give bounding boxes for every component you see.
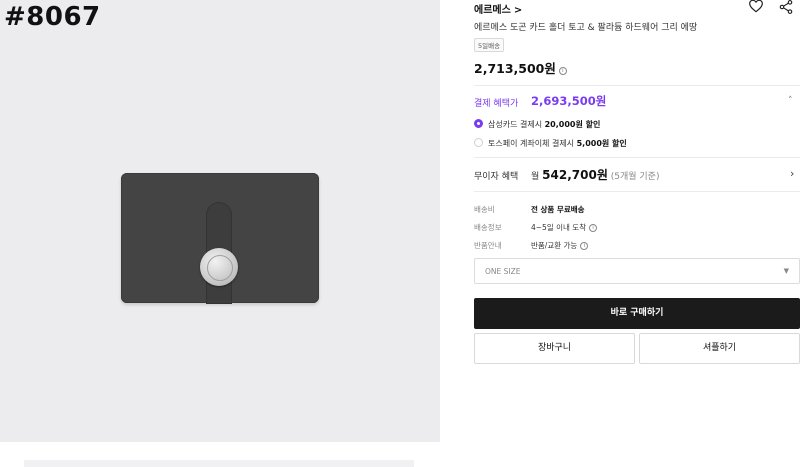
benefit-option-samsung[interactable]: 삼성카드 결제시 20,000원 할인 (474, 119, 600, 130)
product-wallet-image (121, 173, 319, 303)
thumbnail-strip (24, 460, 414, 467)
chevron-right-icon: > (513, 5, 523, 16)
product-code: #8067 (4, 2, 101, 32)
benefit-option-toss[interactable]: 토스페이 계좌이체 결제시 5,000원 할인 (474, 138, 627, 149)
add-to-cart-button[interactable]: 장바구니 (474, 333, 635, 364)
shop-button[interactable]: 셔플하기 (639, 333, 800, 364)
divider (474, 85, 800, 86)
benefit-option-text: 삼성카드 결제시 (488, 120, 545, 129)
radio-selected-icon[interactable] (474, 119, 483, 128)
installment-note: (5개월 기준) (610, 172, 660, 182)
product-title: 에르메스 도곤 카드 홀더 토고 & 팔라듐 하드웨어 그리 에땅 (474, 23, 698, 33)
info-icon[interactable]: i (580, 242, 589, 250)
installment-amount: 542,700원 (542, 168, 608, 182)
radio-unselected-icon[interactable] (474, 138, 483, 147)
benefit-option-amount: 5,000원 할인 (576, 139, 627, 148)
brand-name: 에르메스 (474, 5, 511, 16)
detail-value-text: 반품/교환 가능 (531, 241, 578, 250)
benefit-option-text: 토스페이 계좌이체 결제시 (488, 139, 577, 148)
detail-key-shipping-info: 배송정보 (474, 223, 502, 232)
size-select-value: ONE SIZE (485, 267, 521, 276)
benefit-label: 결제 혜택가 (474, 99, 519, 109)
detail-value-text: 4~5일 이내 도착 (531, 223, 587, 232)
detail-value-return-info: 반품/교환 가능 i (531, 240, 589, 251)
info-icon[interactable]: i (589, 224, 598, 232)
detail-key-shipping-fee: 배송비 (474, 205, 495, 214)
installment-label: 무이자 혜택 (474, 172, 519, 182)
divider (474, 191, 800, 192)
detail-value-shipping-info: 4~5일 이내 도착 i (531, 222, 598, 233)
brand-row: 에르메스 > (474, 0, 800, 16)
share-icon[interactable] (778, 0, 794, 15)
shipping-badge: 5일배송 (474, 38, 505, 52)
product-image-panel[interactable]: #8067 (0, 0, 440, 442)
size-select[interactable]: ONE SIZE ▼ (474, 258, 800, 284)
caret-down-icon: ▼ (783, 267, 789, 275)
detail-value-shipping-fee: 전 상품 무료배송 (531, 205, 585, 214)
chevron-right-icon[interactable]: › (790, 167, 794, 180)
benefit-option-amount: 20,000원 할인 (544, 120, 601, 129)
price-value: 2,713,500원 (474, 61, 556, 76)
installment-prefix: 월 (531, 172, 543, 182)
chevron-up-icon[interactable]: ˄ (788, 96, 793, 106)
installment-value[interactable]: 월 542,700원 (5개월 기준) (531, 166, 659, 183)
info-icon[interactable]: i (558, 67, 567, 75)
brand-link[interactable]: 에르메스 > (474, 1, 522, 16)
heart-icon[interactable] (748, 0, 764, 14)
detail-key-return-info: 반품안내 (474, 241, 502, 250)
product-price: 2,713,500원 i (474, 58, 567, 77)
benefit-price: 2,693,500원 (531, 94, 607, 108)
buy-now-button[interactable]: 바로 구매하기 (474, 298, 800, 329)
wallet-clasp (200, 248, 238, 286)
divider (474, 157, 800, 158)
